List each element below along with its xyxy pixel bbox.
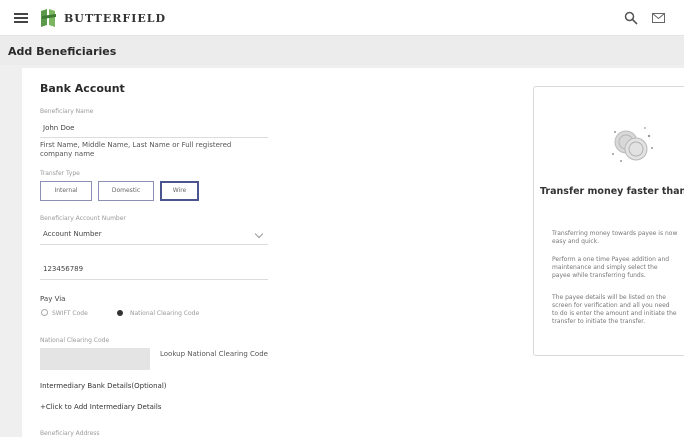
top-bar: BUTTERFIELD: [0, 0, 684, 36]
info-paragraph-3: The payee details will be listed on the …: [552, 294, 684, 326]
lookup-clearing-code-link[interactable]: Lookup National Clearing Code: [160, 350, 270, 359]
info-text-line: The payee details will be listed on the: [552, 294, 666, 301]
clearing-code-input[interactable]: [40, 348, 150, 370]
info-text-line: screen for verification and all you need: [552, 302, 670, 309]
beneficiary-name-hint: First Name, Middle Name, Last Name or Fu…: [40, 141, 232, 158]
account-number-label: Beneficiary Account Number: [40, 215, 126, 222]
info-paragraph-2: Perform a one time Payee addition and ma…: [552, 256, 684, 280]
brand-name: BUTTERFIELD: [64, 12, 167, 25]
intermediary-title: Intermediary Bank Details(Optional): [40, 382, 167, 390]
add-intermediary-link[interactable]: +Click to Add Intermediary Details: [40, 403, 161, 411]
account-number-input[interactable]: 123456789: [43, 265, 83, 273]
section-title: Bank Account: [40, 82, 125, 95]
beneficiary-name-input[interactable]: John Doe: [43, 124, 74, 132]
account-number-underline: [40, 279, 268, 280]
butterfield-logo[interactable]: [38, 7, 60, 29]
beneficiary-name-label: Beneficiary Name: [40, 108, 94, 115]
info-card-title: Transfer money faster than ever!: [540, 186, 684, 197]
add-intermediary-label: Click to Add Intermediary Details: [45, 403, 162, 411]
hamburger-icon[interactable]: [14, 13, 28, 23]
info-paragraph-1: Transferring money towards payee is now …: [552, 230, 684, 246]
pay-via-label: Pay Via: [40, 295, 66, 303]
info-text-line: Transferring money towards payee is now: [552, 230, 678, 237]
beneficiary-name-underline: [40, 137, 268, 138]
info-text-line: payee while transferring funds.: [552, 272, 646, 279]
info-text-line: transfer to initiate the transfer.: [552, 318, 646, 325]
national-clearing-code-label: National Clearing Code: [130, 310, 200, 317]
transfer-type-domestic[interactable]: Domestic: [98, 181, 154, 201]
clearing-code-label: National Clearing Code: [40, 337, 110, 344]
transfer-type-internal[interactable]: Internal: [40, 181, 92, 201]
account-type-select[interactable]: Account Number: [43, 230, 102, 238]
national-clearing-code-radio[interactable]: [117, 310, 123, 316]
mail-icon[interactable]: [652, 13, 665, 23]
transfer-type-label: Transfer Type: [40, 170, 80, 177]
swift-code-label: SWIFT Code: [52, 310, 88, 317]
swift-code-radio[interactable]: [41, 309, 48, 316]
transfer-type-wire[interactable]: Wire: [160, 181, 199, 201]
beneficiary-address-label: Beneficiary Address: [40, 430, 100, 437]
info-text-line: maintenance and simply select the: [552, 264, 658, 271]
info-text-line: to do is enter the amount and initiate t…: [552, 310, 677, 317]
account-type-underline: [40, 244, 268, 245]
info-text-line: Perform a one time Payee addition and: [552, 256, 670, 263]
coins-icon: [612, 127, 653, 162]
search-icon[interactable]: [624, 11, 638, 25]
info-text-line: easy and quick.: [552, 238, 600, 245]
page-title: Add Beneficiaries: [8, 45, 117, 58]
